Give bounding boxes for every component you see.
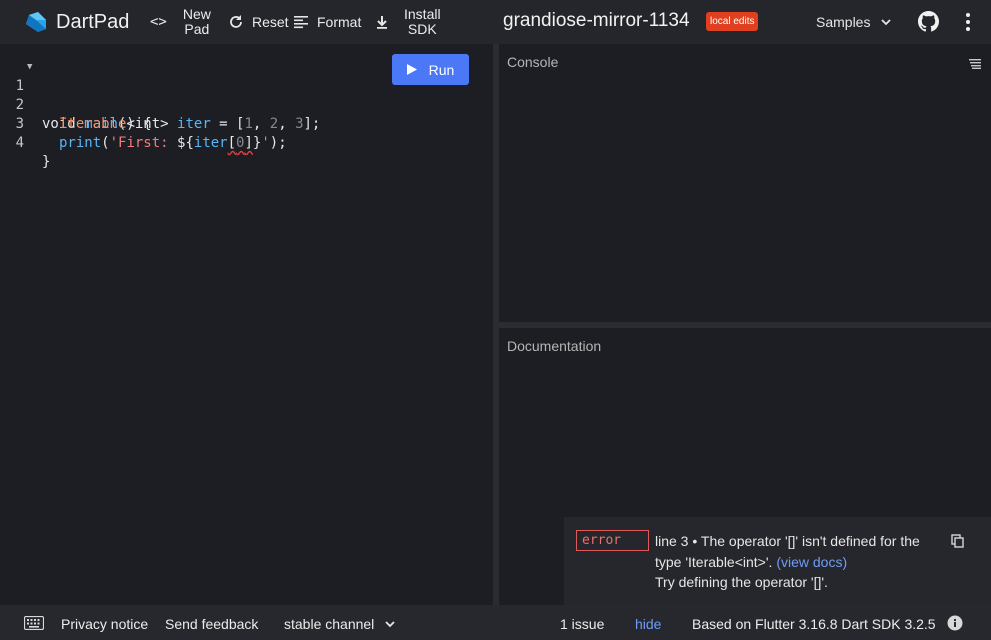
code-token: [	[227, 135, 237, 151]
code-line[interactable]: 3 print('First: ${iter[0]}');	[0, 96, 380, 151]
clear-console-button[interactable]	[969, 56, 981, 74]
issue-fix: Try defining the operator '[]'.	[655, 574, 828, 590]
code-token: );	[269, 135, 287, 151]
keyboard-icon	[23, 615, 45, 631]
info-icon	[947, 615, 963, 631]
issue-message: line 3 • The operator '[]' isn't defined…	[655, 531, 935, 573]
format-button[interactable]: Format	[293, 12, 361, 32]
chevron-down-icon	[385, 621, 395, 628]
format-label: Format	[317, 14, 362, 30]
github-link[interactable]	[918, 11, 939, 37]
more-menu-button[interactable]	[960, 12, 976, 37]
code-token: 'First:	[109, 135, 178, 151]
send-feedback-link[interactable]: Send feedback	[165, 616, 258, 632]
reset-button[interactable]: Reset	[228, 12, 289, 32]
code-token: (	[101, 135, 110, 151]
download-icon	[377, 16, 387, 29]
fold-arrow-icon[interactable]: ▼	[27, 58, 32, 77]
new-pad-label-2: Pad	[184, 21, 210, 37]
app-name: DartPad	[56, 10, 130, 33]
more-vert-icon	[966, 13, 970, 31]
channel-dropdown[interactable]: stable channel	[284, 616, 396, 632]
install-label-1: Install	[404, 6, 441, 22]
console-panel: Console	[499, 44, 991, 322]
console-title: Console	[507, 54, 559, 70]
hide-issues-link[interactable]: hide	[635, 616, 661, 632]
github-icon	[918, 11, 939, 32]
run-button[interactable]: Run	[392, 54, 469, 85]
keyboard-shortcuts-button[interactable]	[23, 615, 45, 633]
install-sdk-button[interactable]: Install SDK	[374, 6, 441, 38]
privacy-notice-link[interactable]: Privacy notice	[61, 616, 148, 632]
code-line[interactable]: 4 }	[0, 115, 380, 170]
channel-label: stable channel	[284, 616, 375, 632]
code-token: print	[59, 135, 102, 151]
pad-title[interactable]: grandiose-mirror-1134	[503, 10, 690, 32]
copy-icon	[951, 534, 964, 548]
refresh-icon	[230, 15, 242, 28]
code-token: }	[42, 154, 51, 170]
format-align-icon	[294, 16, 308, 29]
clear-all-icon	[969, 59, 981, 69]
status-bar: Privacy notice Send feedback stable chan…	[0, 605, 991, 640]
chevron-down-icon	[881, 19, 892, 26]
run-label: Run	[428, 61, 455, 78]
samples-dropdown[interactable]: Samples	[816, 12, 892, 32]
issue-panel: error line 3 • The operator '[]' isn't d…	[564, 517, 991, 605]
local-edits-badge: local edits	[706, 12, 759, 31]
code-editor[interactable]: 1 ▼ void main() { 2 Iterable<int> iter =…	[0, 44, 493, 605]
copy-issue-button[interactable]	[951, 534, 965, 553]
app-header: DartPad <> New Pad Reset Format Install	[0, 0, 991, 44]
new-pad-label-1: New	[182, 6, 211, 22]
code-token: ${	[177, 135, 194, 151]
code-token: ]	[244, 135, 253, 151]
sdk-version: Based on Flutter 3.16.8 Dart SDK 3.2.5	[692, 616, 936, 632]
new-pad-button[interactable]: <> New Pad	[150, 6, 211, 38]
play-icon	[406, 64, 417, 75]
line-number: 4	[15, 135, 24, 151]
samples-label: Samples	[816, 14, 871, 30]
code-brackets-icon: <>	[150, 14, 167, 30]
dart-logo-icon	[26, 12, 46, 32]
info-button[interactable]	[947, 615, 963, 634]
code-line[interactable]: 2 Iterable<int> iter = [1, 2, 3];	[0, 77, 380, 132]
code-token: '	[261, 135, 270, 151]
error-squiggle: [0]	[228, 135, 253, 151]
issue-count: 1 issue	[560, 616, 605, 632]
error-badge: error	[576, 530, 649, 551]
code-line[interactable]: 1 ▼ void main() {	[0, 58, 380, 132]
dartpad-logo[interactable]: DartPad	[24, 8, 129, 36]
view-docs-link[interactable]: (view docs)	[776, 554, 847, 570]
code-token: iter	[193, 135, 228, 151]
reset-label: Reset	[252, 14, 289, 30]
install-label-2: SDK	[407, 21, 437, 37]
documentation-title: Documentation	[507, 338, 602, 354]
